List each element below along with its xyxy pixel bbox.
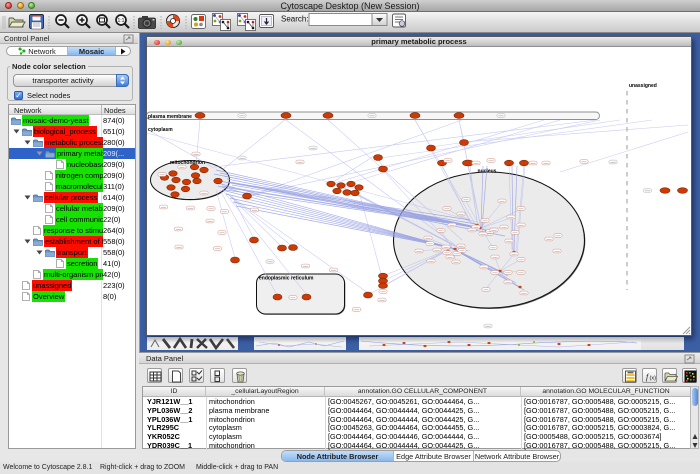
svg-text:cytoplasm: cytoplasm [148,127,173,133]
svg-text:(x): (x) [649,375,656,381]
svg-text:1:1: 1:1 [118,18,125,24]
svg-text:plasma membrane: plasma membrane [148,114,192,120]
svg-text:unassigned: unassigned [629,83,657,89]
svg-text:Search:: Search: [281,15,309,24]
svg-text:nucleus: nucleus [478,169,497,175]
svg-text:mitochondrion: mitochondrion [170,160,205,166]
svg-text:endoplasmic reticulum: endoplasmic reticulum [259,276,314,282]
